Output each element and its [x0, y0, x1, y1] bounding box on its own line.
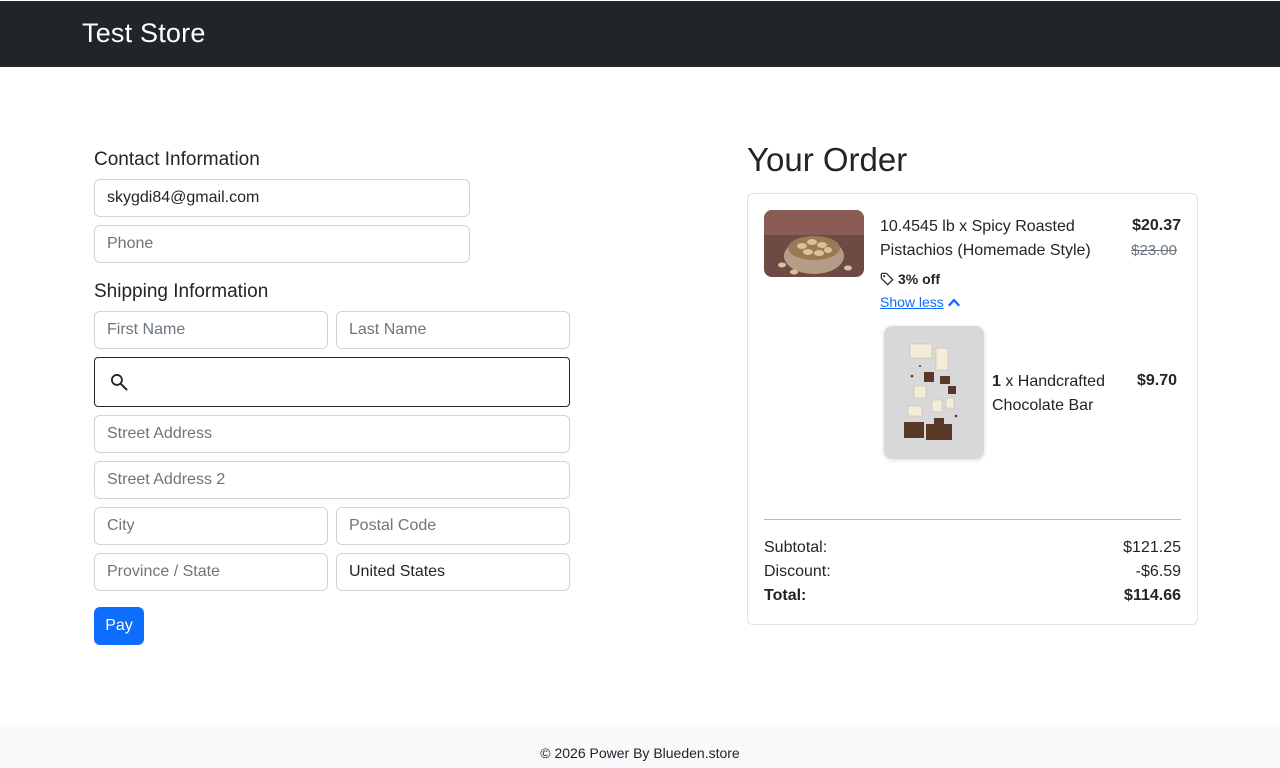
address-search[interactable]	[94, 357, 570, 407]
email-field[interactable]	[94, 179, 470, 217]
street-address-2-field[interactable]	[94, 461, 570, 499]
discount-row: Discount: -$6.59	[764, 560, 1181, 584]
total-label: Total:	[764, 587, 807, 604]
last-name-field[interactable]	[336, 311, 570, 349]
item-price: $20.37	[1132, 217, 1181, 234]
show-less-label: Show less	[880, 294, 944, 310]
contact-section-title: Contact Information	[94, 149, 260, 170]
first-name-field[interactable]	[94, 311, 328, 349]
show-less-link[interactable]: Show less	[880, 294, 960, 310]
city-field[interactable]	[94, 507, 328, 545]
item-original-price: $23.00	[1131, 242, 1177, 259]
pay-button[interactable]: Pay	[94, 607, 144, 645]
shipping-section-title: Shipping Information	[94, 281, 269, 302]
sub-item-price: $9.70	[1136, 372, 1177, 389]
province-field[interactable]	[94, 553, 328, 591]
item-name-line2: Pistachios (Homemade Style)	[880, 242, 1091, 259]
chevron-up-icon	[948, 298, 960, 307]
pistachios-image	[764, 210, 864, 277]
footer-text: © 2026 Power By Blueden.store	[540, 745, 740, 761]
chocolate-bar-image	[884, 326, 984, 459]
order-title: Your Order	[747, 141, 908, 178]
subtotal-value: $121.25	[1123, 539, 1181, 556]
discount-value: -$6.59	[1135, 563, 1181, 580]
discount-label: Discount:	[764, 563, 831, 580]
subtotal-label: Subtotal:	[764, 539, 828, 556]
street-address-field[interactable]	[94, 415, 570, 453]
navbar: Test Store	[0, 0, 1280, 67]
phone-field[interactable]	[94, 225, 470, 263]
tag-icon	[880, 272, 894, 286]
subtotal-row: Subtotal: $121.25	[764, 536, 1181, 560]
total-row: Total: $114.66	[764, 584, 1181, 608]
sub-item-name-line2: Chocolate Bar	[992, 397, 1094, 414]
brand-title[interactable]: Test Store	[82, 18, 206, 49]
item-name-line1: 10.4545 lb x Spicy Roasted	[880, 218, 1075, 235]
sub-item-qty: 1	[992, 373, 1001, 390]
footer: © 2026 Power By Blueden.store	[0, 725, 1280, 768]
country-field[interactable]	[336, 553, 570, 591]
total-value: $114.66	[1124, 587, 1181, 604]
discount-text: 3% off	[898, 271, 940, 287]
discount-badge: 3% off	[880, 270, 940, 288]
summary-divider	[764, 519, 1181, 520]
postal-code-field[interactable]	[336, 507, 570, 545]
item-name: 10.4545 lb x Spicy Roasted Pistachios (H…	[880, 215, 1120, 263]
address-search-input[interactable]	[141, 366, 555, 398]
sub-item-name-text: x Handcrafted	[1000, 373, 1105, 390]
search-icon	[111, 374, 128, 391]
